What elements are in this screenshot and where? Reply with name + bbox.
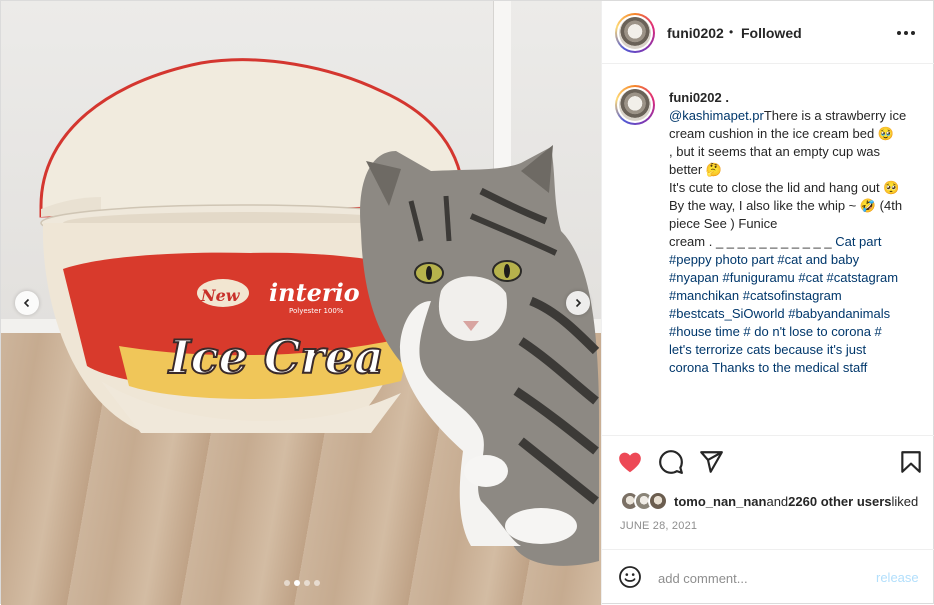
author-avatar[interactable] (615, 13, 655, 53)
svg-text:Ice Crea: Ice Crea (167, 330, 384, 384)
carousel-dot (294, 580, 300, 586)
caption-username[interactable]: funi0202 . (669, 90, 729, 105)
save-button[interactable] (898, 449, 924, 475)
caption-author-avatar[interactable] (615, 85, 655, 125)
comment-bubble-icon (659, 450, 683, 474)
likes-count-link[interactable]: 2260 other users (788, 494, 891, 509)
comment-bar: release (602, 549, 934, 605)
post-photo: New interio Polyester 100% Ice Crea (39, 58, 600, 566)
likes-suffix: liked (891, 493, 919, 509)
caption-text-line: cream . _ _ _ _ _ _ _ _ _ _ _ (669, 234, 836, 249)
like-button[interactable] (617, 449, 643, 475)
carousel-prev-button[interactable] (15, 291, 39, 315)
chevron-right-icon (575, 298, 582, 308)
share-button[interactable] (698, 449, 724, 475)
likes-summary: tomo_nan_nan and 2260 other users liked (620, 491, 918, 511)
caption-text-line: There is a strawberry ice (763, 108, 907, 123)
chevron-left-icon (23, 298, 30, 308)
post-header: funi0202 • Followed (602, 1, 934, 64)
caption-hashtag-link[interactable]: #house time # do n't lose to corona # (669, 323, 931, 341)
post-side-panel: funi0202 • Followed funi0202 . @kashimap… (601, 1, 934, 605)
caption-hashtag-link[interactable]: corona Thanks to the medical staff (669, 359, 931, 377)
smiley-icon[interactable] (618, 565, 642, 589)
carousel-dot (284, 580, 290, 586)
caption-mention-link[interactable]: @kashimapet.pr (669, 108, 764, 123)
carousel-next-button[interactable] (566, 291, 590, 315)
caption-hashtag-link[interactable]: #nyapan #funiguramu #cat #catstagram (669, 269, 931, 287)
post-dialog: New interio Polyester 100% Ice Crea funi… (0, 0, 934, 605)
carousel-dot (304, 580, 310, 586)
post-comment-button[interactable]: release (876, 570, 919, 585)
caption-text-line: better 🤔 (669, 162, 723, 177)
carousel-indicator (284, 580, 320, 586)
post-media[interactable]: New interio Polyester 100% Ice Crea (1, 1, 601, 605)
more-options-icon[interactable] (897, 27, 919, 39)
caption-hashtag-link[interactable]: #peppy photo part #cat and baby (669, 251, 931, 269)
caption-text-line: , but it seems that an empty cup was (669, 144, 880, 159)
post-caption: funi0202 . @kashimapet.prThere is a stra… (669, 89, 931, 377)
caption-hashtag-link[interactable]: Cat part (835, 234, 881, 249)
heart-filled-icon (619, 452, 641, 473)
likes-and-text: and (766, 493, 789, 509)
svg-text:interio: interio (269, 278, 360, 307)
svg-text:New: New (200, 286, 241, 305)
caption-hashtag-link[interactable]: #manchikan #catsofinstagram (669, 287, 931, 305)
svg-text:Polyester 100%: Polyester 100% (289, 307, 344, 315)
caption-hashtag-link[interactable]: #bestcats_SiOworld #babyandanimals (669, 305, 931, 323)
caption-text-line: cream cushion in the ice cream bed 🥹 (669, 126, 895, 141)
post-date[interactable]: JUNE 28, 2021 (620, 520, 697, 532)
header-separator: • (729, 25, 734, 39)
liker-username[interactable]: tomo_nan_nan (674, 494, 766, 509)
bookmark-icon (901, 451, 921, 473)
author-username[interactable]: funi0202 (667, 25, 724, 41)
avatar (648, 491, 668, 511)
paper-plane-icon (700, 451, 723, 473)
liker-avatars[interactable] (620, 491, 668, 511)
comment-input[interactable] (658, 568, 868, 588)
carousel-dot (314, 580, 320, 586)
caption-text-line: piece See ) Funice (669, 216, 778, 231)
follow-status-button[interactable]: Followed (741, 25, 802, 41)
comment-button[interactable] (658, 449, 684, 475)
caption-hashtag-link[interactable]: let's terrorize cats because it's just (669, 341, 931, 359)
actions-divider (602, 435, 934, 436)
caption-text-line: It's cute to close the lid and hang out … (669, 180, 900, 195)
caption-text-line: By the way, I also like the whip ~ 🤣 (4t… (669, 198, 903, 213)
